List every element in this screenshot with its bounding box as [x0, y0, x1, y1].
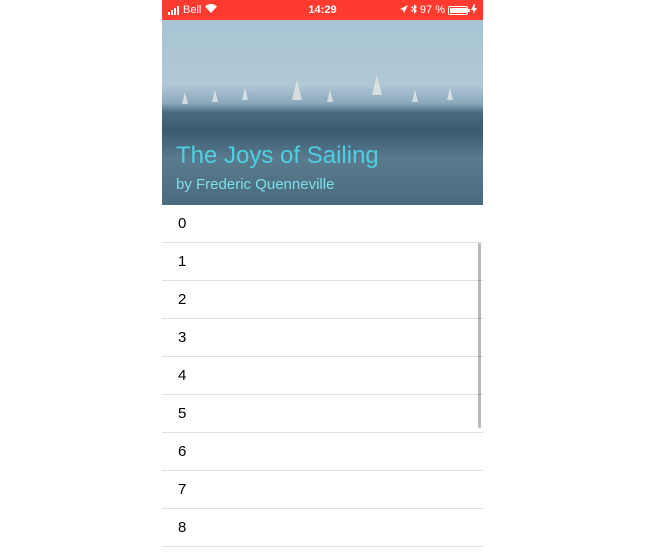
author-label: by Frederic Quenneville [176, 176, 379, 193]
list-item-label: 4 [178, 367, 186, 384]
list-item-label: 7 [178, 481, 186, 498]
header-text: The Joys of Sailing by Frederic Quennevi… [176, 142, 379, 193]
page-title: The Joys of Sailing [176, 142, 379, 170]
list-item[interactable]: 5 [162, 395, 483, 433]
scroll-indicator[interactable] [478, 243, 481, 428]
status-bar: Bell 14:29 97 % [162, 0, 483, 20]
battery-percent: 97 % [420, 4, 445, 16]
status-right: 97 % [400, 4, 477, 17]
list-item-label: 3 [178, 329, 186, 346]
phone-screen: Bell 14:29 97 % Th [162, 0, 483, 553]
list-item[interactable]: 2 [162, 281, 483, 319]
battery-icon [448, 6, 468, 15]
list-item-label: 5 [178, 405, 186, 422]
list-item[interactable]: 0 [162, 205, 483, 243]
status-left: Bell [168, 4, 217, 16]
signal-icon [168, 6, 179, 15]
list-item[interactable]: 4 [162, 357, 483, 395]
list-item[interactable]: 1 [162, 243, 483, 281]
carrier-label: Bell [183, 4, 201, 16]
list-item-label: 0 [178, 215, 186, 232]
table-view[interactable]: 0 1 2 3 4 5 6 7 8 [162, 205, 483, 553]
charging-icon [471, 4, 477, 17]
list-item-label: 1 [178, 253, 186, 270]
list-item[interactable]: 7 [162, 471, 483, 509]
list-item[interactable]: 6 [162, 433, 483, 471]
list-item-label: 2 [178, 291, 186, 308]
bluetooth-icon [411, 4, 417, 17]
location-icon [400, 4, 408, 16]
wifi-icon [205, 4, 217, 16]
list-item-label: 8 [178, 519, 186, 536]
list-item[interactable]: 3 [162, 319, 483, 357]
list-item-label: 6 [178, 443, 186, 460]
list-item[interactable]: 8 [162, 509, 483, 547]
header-image: The Joys of Sailing by Frederic Quennevi… [162, 20, 483, 205]
status-time: 14:29 [308, 4, 336, 16]
